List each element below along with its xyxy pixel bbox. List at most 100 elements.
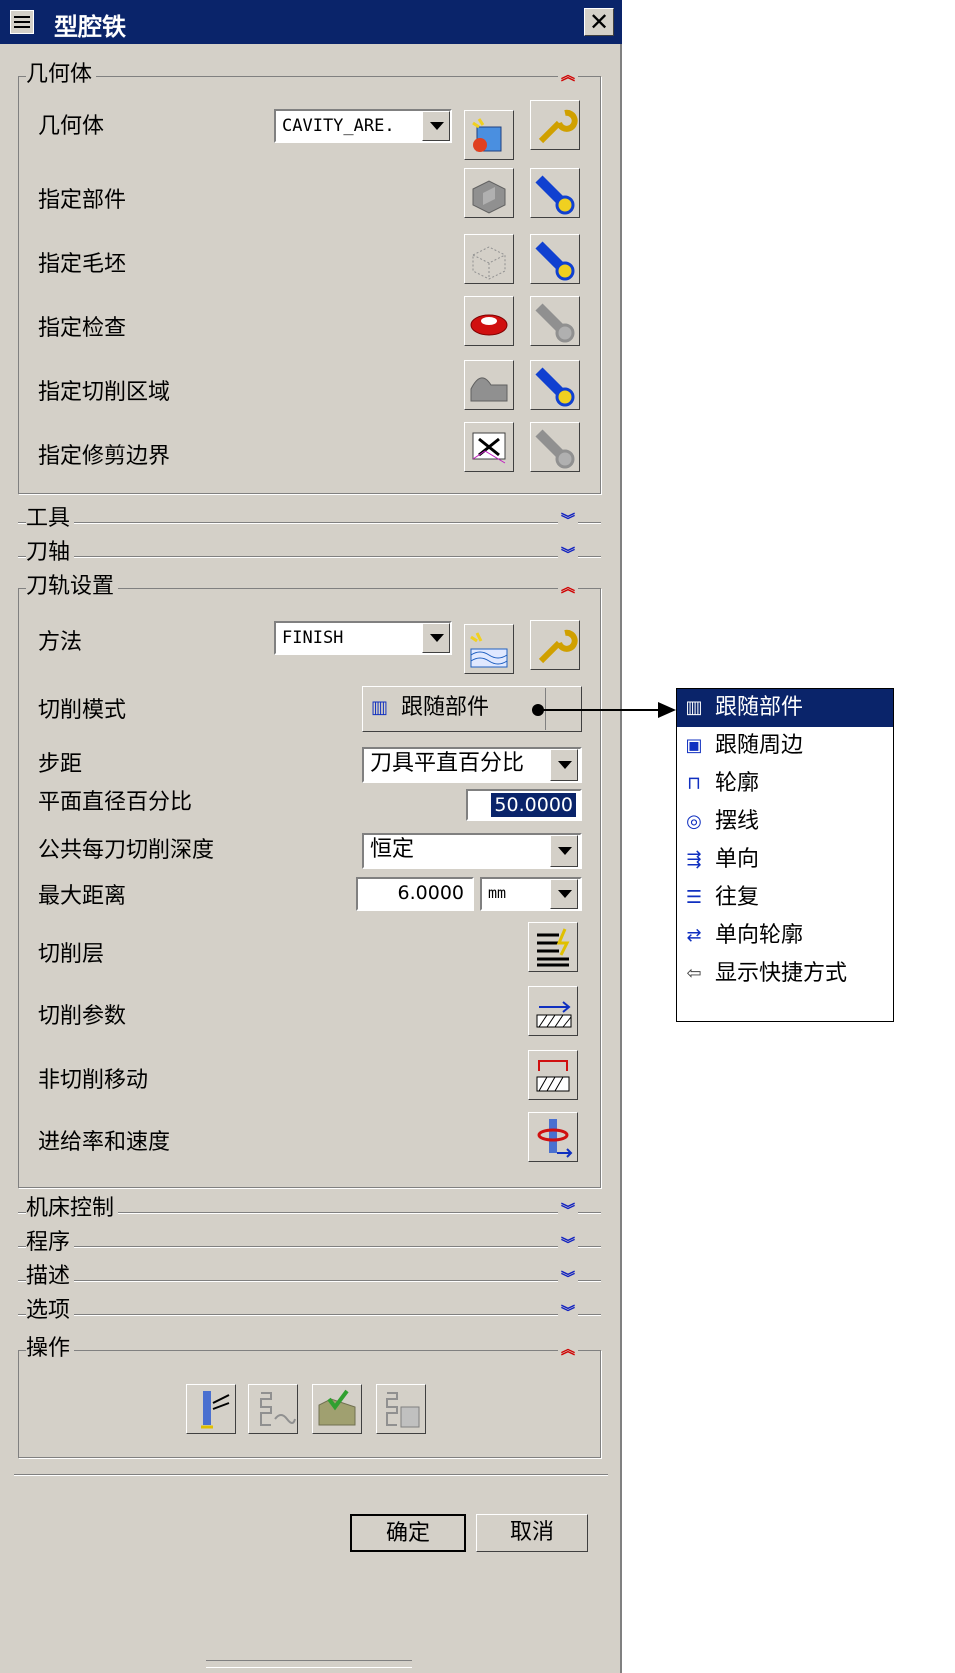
display-blank-button[interactable] <box>530 234 580 284</box>
edit-method-button[interactable] <box>530 620 580 670</box>
resize-grip[interactable] <box>206 1660 412 1668</box>
expand-axis-icon[interactable]: ︾ <box>558 544 578 566</box>
verify-button[interactable] <box>312 1384 362 1434</box>
depth-label: 公共每刀切削深度 <box>38 838 215 863</box>
dialog-title: 型腔铁 <box>54 13 126 41</box>
section-geometry-header[interactable]: 几何体 <box>26 62 97 88</box>
max-distance-unit: mm <box>488 884 507 902</box>
menu-item-label: 轮廓 <box>715 771 760 796</box>
expand-options-icon[interactable]: ︾ <box>558 1302 578 1324</box>
collapse-path-icon[interactable]: ︽ <box>558 577 578 599</box>
stepover-value: 刀具平直百分比 <box>370 751 525 776</box>
dialog: 型腔铁 ✕ 几何体 ︽ 几何体 CAVITY_ARE. 指定部件 指定毛坯 指定… <box>0 0 622 1673</box>
non-cutting-moves-button[interactable] <box>528 1050 578 1100</box>
expand-program-icon[interactable]: ︾ <box>558 1234 578 1256</box>
specify-check-label: 指定检查 <box>38 316 127 341</box>
wrench-icon <box>538 629 578 664</box>
menu-item-show-shortcuts[interactable]: ⇦ 显示快捷方式 <box>677 955 893 993</box>
new-geometry-button[interactable] <box>464 110 514 160</box>
specify-part-label: 指定部件 <box>38 188 127 213</box>
menu-item-label: 往复 <box>715 885 760 910</box>
expand-machine-icon[interactable]: ︾ <box>558 1200 578 1222</box>
unit-dropdown-arrow[interactable] <box>550 879 578 909</box>
display-check-button[interactable] <box>530 296 580 346</box>
display-trim-button[interactable] <box>530 422 580 472</box>
section-program-header[interactable]: 程序 <box>26 1230 75 1256</box>
flashlight-icon <box>535 367 575 407</box>
specify-cut-area-label: 指定切削区域 <box>38 380 171 405</box>
menu-item-trochoidal[interactable]: ◎ 摆线 <box>677 803 893 841</box>
section-options-header[interactable]: 选项 <box>26 1298 75 1324</box>
axis-separator <box>18 556 601 557</box>
edit-geometry-button[interactable] <box>530 100 580 150</box>
menu-item-label: 显示快捷方式 <box>715 961 848 986</box>
dialog-menu-icon[interactable] <box>10 10 34 34</box>
zig-zag-icon: ☰ <box>685 887 703 908</box>
close-button[interactable]: ✕ <box>584 8 614 36</box>
new-method-button[interactable] <box>464 624 514 674</box>
depth-select[interactable]: 恒定 <box>362 833 582 869</box>
cut-params-button[interactable] <box>528 986 578 1036</box>
section-description-header[interactable]: 描述 <box>26 1264 75 1290</box>
select-part-button[interactable] <box>464 168 514 218</box>
cut-levels-button[interactable] <box>528 922 578 972</box>
generate-icon <box>201 1391 230 1429</box>
close-icon: ✕ <box>588 8 610 36</box>
menu-item-follow-periphery[interactable]: ▣ 跟随周边 <box>677 727 893 765</box>
menu-item-label: 跟随周边 <box>715 733 804 758</box>
replay-button[interactable] <box>248 1384 298 1434</box>
section-machine-header[interactable]: 机床控制 <box>26 1196 119 1222</box>
max-distance-label: 最大距离 <box>38 884 127 909</box>
section-tool-header[interactable]: 工具 <box>26 506 75 532</box>
geometry-dropdown-arrow[interactable] <box>422 111 450 141</box>
menu-item-follow-part[interactable]: ▥ 跟随部件 <box>677 689 893 727</box>
collapse-actions-icon[interactable]: ︽ <box>558 1339 578 1361</box>
new-geometry-icon <box>472 118 502 152</box>
cut-params-icon <box>536 1001 572 1028</box>
select-blank-button[interactable] <box>464 234 514 284</box>
section-axis-header[interactable]: 刀轴 <box>26 540 75 566</box>
percent-field[interactable]: 50.0000 <box>466 789 582 821</box>
section-path-header[interactable]: 刀轨设置 <box>26 574 119 600</box>
cancel-button[interactable]: 取消 <box>476 1514 588 1552</box>
select-check-button[interactable] <box>464 296 514 346</box>
feeds-speeds-label: 进给率和速度 <box>38 1130 171 1155</box>
select-cut-area-button[interactable] <box>464 360 514 410</box>
zig-with-contour-icon: ⇄ <box>686 925 702 946</box>
follow-part-icon: ▥ <box>371 697 389 718</box>
method-select-value: FINISH <box>282 628 344 648</box>
stepover-select[interactable]: 刀具平直百分比 <box>362 747 582 783</box>
flashlight-icon <box>535 241 575 281</box>
menu-item-zig-with-contour[interactable]: ⇄ 单向轮廓 <box>677 917 893 955</box>
percent-label: 平面直径百分比 <box>38 790 193 815</box>
percent-value: 50.0000 <box>491 793 576 817</box>
expand-description-icon[interactable]: ︾ <box>558 1268 578 1290</box>
stepover-dropdown-arrow[interactable] <box>550 749 578 781</box>
menu-item-zig-zag[interactable]: ☰ 往复 <box>677 879 893 917</box>
cancel-label: 取消 <box>509 1520 554 1545</box>
list-button[interactable] <box>376 1384 426 1434</box>
select-trim-button[interactable] <box>464 422 514 472</box>
title-bar[interactable]: 型腔铁 ✕ <box>0 0 622 44</box>
geometry-select-value: CAVITY_ARE. <box>282 116 395 136</box>
flashlight-disabled-icon <box>535 429 575 469</box>
footer-separator <box>14 1474 608 1475</box>
generate-button[interactable] <box>186 1384 236 1434</box>
feeds-speeds-button[interactable] <box>528 1112 578 1162</box>
max-distance-field[interactable]: 6.0000 <box>356 877 474 911</box>
menu-item-label: 单向 <box>715 847 760 872</box>
non-cutting-moves-label: 非切削移动 <box>38 1068 149 1093</box>
check-geometry-icon <box>470 314 508 336</box>
zig-icon: ⇶ <box>686 849 702 870</box>
section-actions-header[interactable]: 操作 <box>26 1336 75 1362</box>
display-part-button[interactable] <box>530 168 580 218</box>
collapse-geometry-icon[interactable]: ︽ <box>558 65 578 87</box>
menu-item-profile[interactable]: ⊓ 轮廓 <box>677 765 893 803</box>
method-dropdown-arrow[interactable] <box>422 623 450 653</box>
display-cut-area-button[interactable] <box>530 360 580 410</box>
expand-tool-icon[interactable]: ︾ <box>558 510 578 532</box>
depth-dropdown-arrow[interactable] <box>550 835 578 867</box>
menu-item-zig[interactable]: ⇶ 单向 <box>677 841 893 879</box>
profile-icon: ⊓ <box>686 773 702 794</box>
ok-button[interactable]: 确定 <box>350 1514 466 1552</box>
